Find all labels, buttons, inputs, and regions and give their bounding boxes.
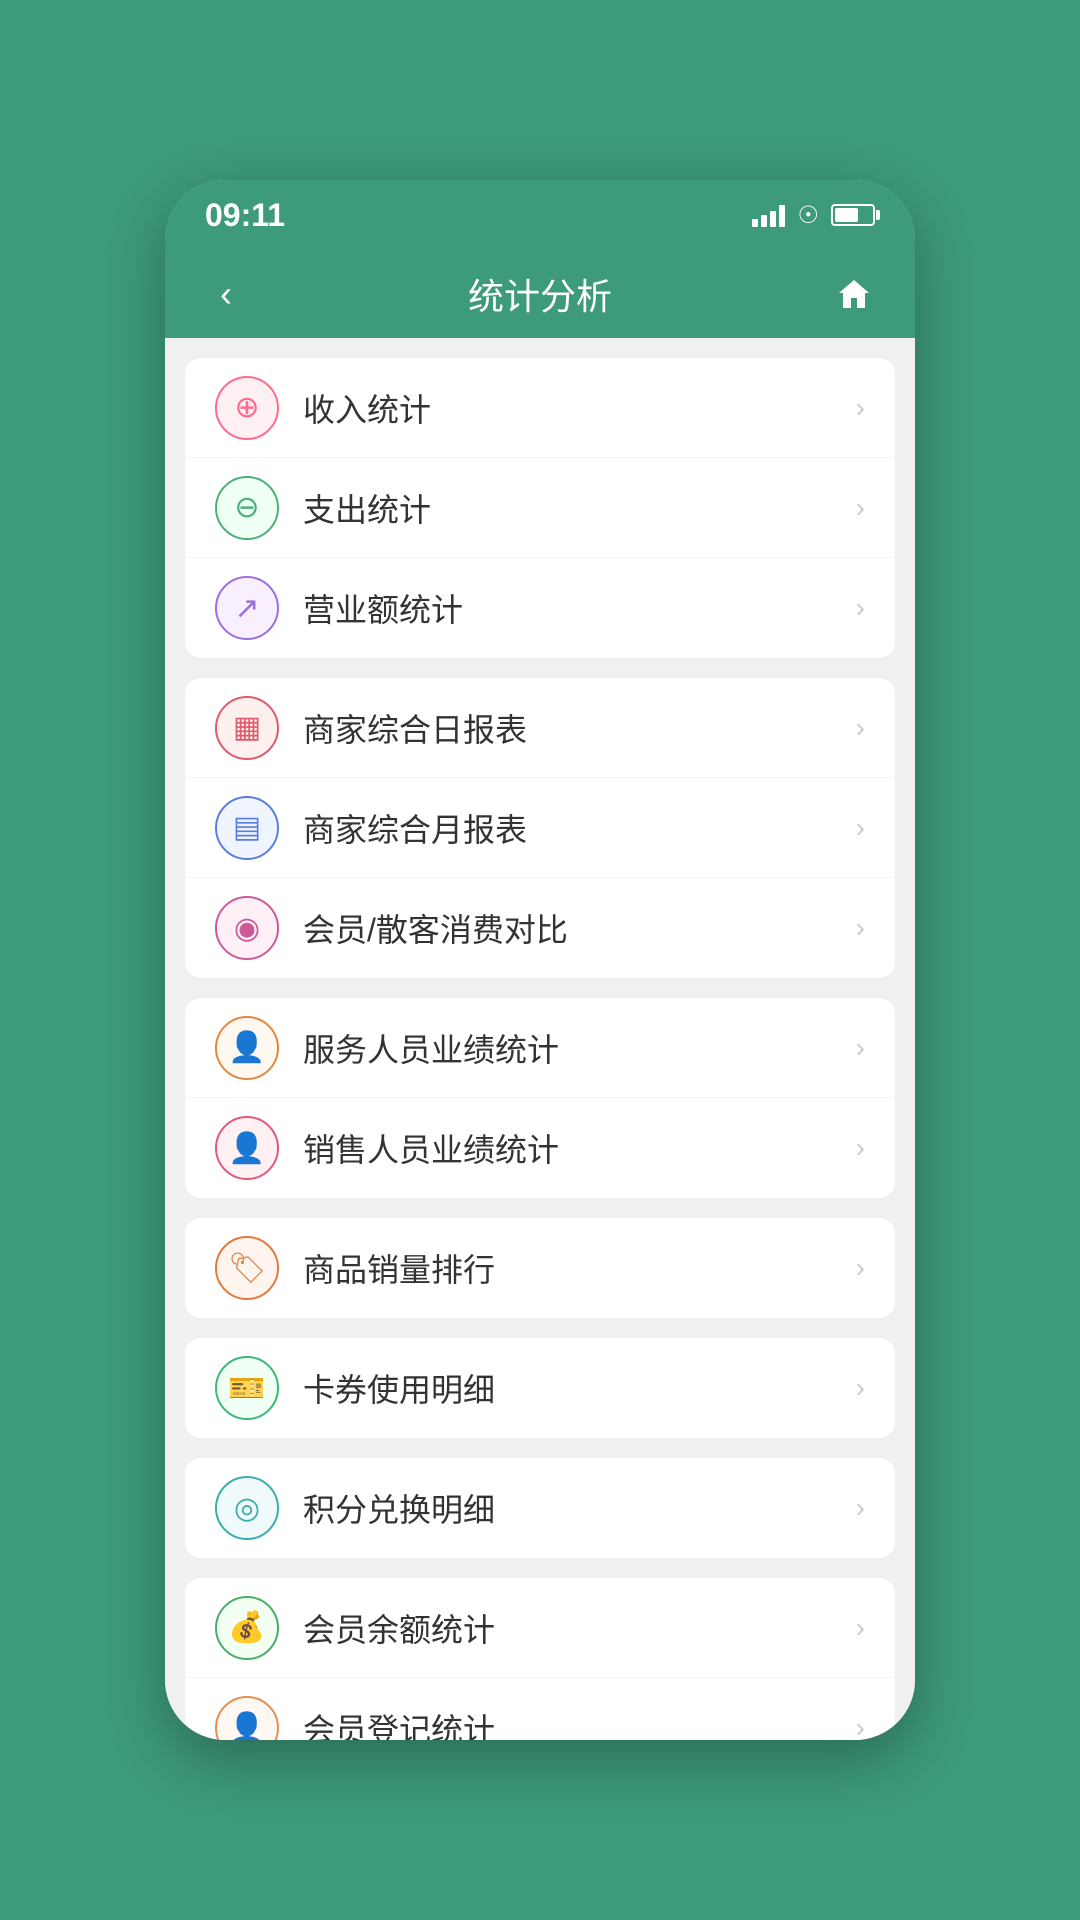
menu-item-points-exchange[interactable]: ◎ 积分兑换明细› xyxy=(185,1458,895,1558)
menu-group-group3: 👤服务人员业绩统计›👤销售人员业绩统计› xyxy=(185,998,895,1198)
arrow-points-exchange: › xyxy=(856,1492,865,1524)
label-member-register: 会员登记统计 xyxy=(303,1705,856,1740)
icon-member-balance: 💰 xyxy=(215,1596,279,1660)
menu-item-member-balance[interactable]: 💰 会员余额统计› xyxy=(185,1578,895,1678)
status-time: 09:11 xyxy=(205,197,285,234)
arrow-sales-perf: › xyxy=(856,1132,865,1164)
menu-item-coupon-detail[interactable]: 🎫 卡券使用明细› xyxy=(185,1338,895,1438)
menu-item-member-compare[interactable]: ◉ 会员/散客消费对比› xyxy=(185,878,895,978)
label-sales-stat: 营业额统计 xyxy=(303,585,856,631)
arrow-sales-stat: › xyxy=(856,592,865,624)
menu-group-group2: ▦商家综合日报表›▤商家综合月报表›◉会员/散客消费对比› xyxy=(185,678,895,978)
label-points-exchange: 积分兑换明细 xyxy=(303,1485,856,1531)
menu-group-group6: ◎ 积分兑换明细› xyxy=(185,1458,895,1558)
arrow-coupon-detail: › xyxy=(856,1372,865,1404)
menu-group-group4: 🏷 商品销量排行› xyxy=(185,1218,895,1318)
label-sales-perf: 销售人员业绩统计 xyxy=(303,1125,856,1171)
menu-item-service-perf[interactable]: 👤 服务人员业绩统计› xyxy=(185,998,895,1098)
arrow-expense-stat: › xyxy=(856,492,865,524)
icon-expense-stat: ⊖ xyxy=(215,476,279,540)
nav-bar: ‹ 统计分析 xyxy=(165,250,915,338)
menu-group-group5: 🎫 卡券使用明细› xyxy=(185,1338,895,1438)
label-income-stat: 收入统计 xyxy=(303,385,856,431)
label-member-balance: 会员余额统计 xyxy=(303,1605,856,1651)
arrow-daily-report: › xyxy=(856,712,865,744)
label-daily-report: 商家综合日报表 xyxy=(303,705,856,751)
signal-icon xyxy=(752,203,785,227)
icon-sales-stat: ↗ xyxy=(215,576,279,640)
arrow-member-register: › xyxy=(856,1712,865,1740)
arrow-service-perf: › xyxy=(856,1032,865,1064)
menu-item-income-stat[interactable]: ⊕ 收入统计› xyxy=(185,358,895,458)
battery-icon xyxy=(831,204,875,226)
page-title: 统计分析 xyxy=(468,268,612,320)
arrow-income-stat: › xyxy=(856,392,865,424)
menu-item-monthly-report[interactable]: ▤ 商家综合月报表› xyxy=(185,778,895,878)
back-button[interactable]: ‹ xyxy=(201,273,251,315)
menu-item-daily-report[interactable]: ▦ 商家综合日报表› xyxy=(185,678,895,778)
menu-item-expense-stat[interactable]: ⊖ 支出统计› xyxy=(185,458,895,558)
arrow-monthly-report: › xyxy=(856,812,865,844)
icon-service-perf: 👤 xyxy=(215,1016,279,1080)
arrow-product-rank: › xyxy=(856,1252,865,1284)
content-area: ⊕收入统计›⊖支出统计›↗营业额统计›▦商家综合日报表›▤商家综合月报表›◉会员… xyxy=(165,338,915,1740)
arrow-member-compare: › xyxy=(856,912,865,944)
icon-member-register: 👤 xyxy=(215,1696,279,1740)
label-coupon-detail: 卡券使用明细 xyxy=(303,1365,856,1411)
arrow-member-balance: › xyxy=(856,1612,865,1644)
label-monthly-report: 商家综合月报表 xyxy=(303,805,856,851)
label-expense-stat: 支出统计 xyxy=(303,485,856,531)
status-icons: ☉ xyxy=(752,201,875,230)
menu-item-sales-perf[interactable]: 👤 销售人员业绩统计› xyxy=(185,1098,895,1198)
icon-monthly-report: ▤ xyxy=(215,796,279,860)
wifi-icon: ☉ xyxy=(797,201,819,230)
label-service-perf: 服务人员业绩统计 xyxy=(303,1025,856,1071)
icon-points-exchange: ◎ xyxy=(215,1476,279,1540)
icon-product-rank: 🏷 xyxy=(215,1236,279,1300)
phone-frame: 09:11 ☉ ‹ 统计分析 ⊕收入统计›⊖支出统计›↗营业额统计›▦商家综合日… xyxy=(165,180,915,1740)
menu-item-product-rank[interactable]: 🏷 商品销量排行› xyxy=(185,1218,895,1318)
icon-coupon-detail: 🎫 xyxy=(215,1356,279,1420)
icon-income-stat: ⊕ xyxy=(215,376,279,440)
home-button[interactable] xyxy=(829,276,879,312)
status-bar: 09:11 ☉ xyxy=(165,180,915,250)
icon-daily-report: ▦ xyxy=(215,696,279,760)
menu-group-group1: ⊕收入统计›⊖支出统计›↗营业额统计› xyxy=(185,358,895,658)
icon-member-compare: ◉ xyxy=(215,896,279,960)
menu-item-sales-stat[interactable]: ↗ 营业额统计› xyxy=(185,558,895,658)
label-member-compare: 会员/散客消费对比 xyxy=(303,905,856,951)
icon-sales-perf: 👤 xyxy=(215,1116,279,1180)
label-product-rank: 商品销量排行 xyxy=(303,1245,856,1291)
menu-item-member-register[interactable]: 👤 会员登记统计› xyxy=(185,1678,895,1740)
menu-group-group7: 💰会员余额统计›👤会员登记统计› xyxy=(185,1578,895,1740)
